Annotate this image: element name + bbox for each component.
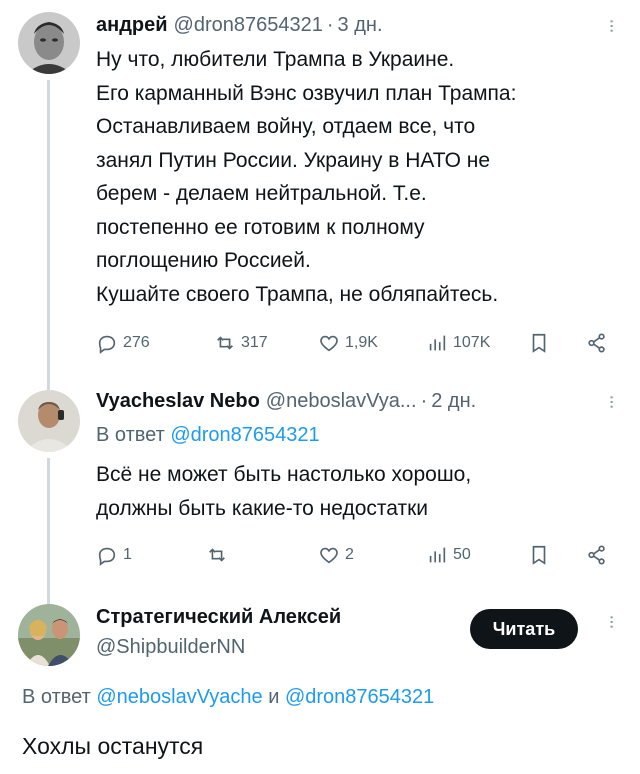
reply-count: 1 bbox=[123, 546, 132, 563]
text-line: Ну что, любители Трампа в Украине. bbox=[96, 48, 455, 71]
tweet-header: Стратегический Алексей bbox=[96, 606, 341, 629]
like-button[interactable]: 1,9K bbox=[318, 332, 378, 354]
avatar-photo-icon bbox=[18, 12, 80, 74]
avatar[interactable] bbox=[18, 604, 80, 666]
tweet-text: Ну что, любители Трампа в Украине. Его к… bbox=[96, 43, 626, 311]
separator-dot: · bbox=[326, 14, 334, 36]
action-bar: 276 317 1,9K 107K bbox=[96, 330, 616, 356]
text-line: должны быть какие-то недостатки bbox=[96, 496, 429, 520]
tweet-1[interactable]: андрей @dron87654321 · 3 дн. ··· Ну что,… bbox=[0, 0, 640, 380]
retweet-button[interactable] bbox=[206, 544, 228, 566]
tweet-text: Всё не может быть настолько хорошо, долж… bbox=[96, 458, 626, 525]
text-line: берем - делаем нейтральной. Т.е. bbox=[96, 182, 427, 205]
thread-line bbox=[47, 586, 50, 604]
author-handle[interactable]: @neboslavVya... bbox=[266, 390, 417, 413]
timestamp[interactable]: 2 дн. bbox=[431, 390, 476, 413]
share-icon bbox=[588, 333, 605, 353]
text-line: Его карманный Вэнс озвучил план Трампа: bbox=[96, 81, 517, 105]
like-count: 2 bbox=[345, 546, 354, 563]
heart-icon bbox=[320, 335, 338, 352]
author-handle[interactable]: @dron87654321 bbox=[174, 14, 323, 37]
heart-icon bbox=[320, 547, 338, 564]
share-button[interactable] bbox=[586, 332, 608, 354]
avatar[interactable] bbox=[18, 12, 80, 74]
author-name[interactable]: Vyacheslav Nebo bbox=[96, 390, 260, 413]
share-button[interactable] bbox=[586, 544, 608, 566]
reply-handle-link[interactable]: @dron87654321 bbox=[285, 686, 434, 708]
tweet-text: Хохлы останутся bbox=[22, 733, 204, 759]
views-button[interactable]: 107K bbox=[426, 332, 490, 354]
tweet-header: Vyacheslav Nebo @neboslavVya... · 2 дн. bbox=[96, 390, 476, 413]
bookmark-button[interactable] bbox=[528, 544, 550, 566]
reply-icon bbox=[98, 335, 116, 354]
reply-to-line: В ответ @dron87654321 bbox=[96, 424, 320, 447]
more-options-icon[interactable]: ··· bbox=[600, 18, 623, 32]
views-chart-icon bbox=[429, 547, 446, 563]
views-count: 107K bbox=[453, 334, 491, 351]
text-line: Кушайте своего Трампа, не обляпайтесь. bbox=[96, 282, 499, 306]
reply-icon bbox=[98, 547, 116, 566]
avatar-photo-icon bbox=[18, 390, 80, 452]
reply-prefix: В ответ bbox=[22, 686, 91, 708]
avatar-photo-icon bbox=[18, 604, 80, 666]
retweet-button[interactable]: 317 bbox=[214, 332, 268, 354]
thread-line bbox=[47, 80, 50, 380]
text-line: занял Путин России. Украину в НАТО не bbox=[96, 148, 491, 172]
avatar[interactable] bbox=[18, 390, 80, 452]
follow-button[interactable]: Читать bbox=[470, 609, 578, 649]
views-button[interactable]: 50 bbox=[426, 544, 471, 566]
more-options-icon[interactable]: ··· bbox=[600, 394, 623, 408]
reply-handle-link[interactable]: @dron87654321 bbox=[170, 424, 319, 446]
timestamp[interactable]: 3 дн. bbox=[338, 14, 383, 37]
text-line: постепенно ее готовим к полному bbox=[96, 215, 425, 239]
reply-button[interactable]: 276 bbox=[96, 332, 150, 354]
text-line: Всё не может быть настолько хорошо, bbox=[96, 463, 472, 486]
like-count: 1,9K bbox=[345, 334, 378, 351]
bookmark-button[interactable] bbox=[528, 332, 550, 354]
reply-count: 276 bbox=[123, 334, 150, 351]
tweet-3[interactable]: Стратегический Алексей @ShipbuilderNN Чи… bbox=[0, 586, 640, 774]
tweet-header: андрей @dron87654321 · 3 дн. bbox=[96, 14, 383, 37]
reply-conjunction: и bbox=[268, 686, 280, 708]
share-icon bbox=[588, 545, 605, 565]
author-name[interactable]: Стратегический Алексей bbox=[96, 606, 341, 629]
views-chart-icon bbox=[429, 335, 446, 351]
reply-handle-link[interactable]: @neboslavVyache bbox=[96, 686, 262, 708]
bookmark-icon bbox=[532, 545, 546, 565]
thread-line bbox=[47, 458, 50, 586]
tweet-2[interactable]: Vyacheslav Nebo @neboslavVya... · 2 дн. … bbox=[0, 376, 640, 586]
retweet-icon bbox=[217, 336, 233, 350]
reply-to-line: В ответ @neboslavVyache и @dron87654321 bbox=[22, 686, 434, 709]
bookmark-icon bbox=[532, 333, 546, 353]
action-bar: 1 2 50 bbox=[96, 542, 616, 568]
separator-dot: · bbox=[420, 390, 428, 412]
thread-line bbox=[47, 376, 50, 390]
author-name[interactable]: андрей bbox=[96, 14, 168, 37]
reply-button[interactable]: 1 bbox=[96, 544, 132, 566]
reply-prefix: В ответ bbox=[96, 424, 165, 446]
tweet-handle-line: @ShipbuilderNN bbox=[96, 636, 245, 659]
views-count: 50 bbox=[453, 546, 471, 563]
retweet-icon bbox=[209, 548, 225, 562]
like-button[interactable]: 2 bbox=[318, 544, 354, 566]
text-line: Останавливаем войну, отдаем все, что bbox=[96, 115, 476, 138]
text-line: поглощению Россией. bbox=[96, 249, 311, 272]
author-handle[interactable]: @ShipbuilderNN bbox=[96, 636, 245, 659]
retweet-count: 317 bbox=[241, 334, 268, 351]
more-options-icon[interactable]: ··· bbox=[600, 614, 623, 628]
